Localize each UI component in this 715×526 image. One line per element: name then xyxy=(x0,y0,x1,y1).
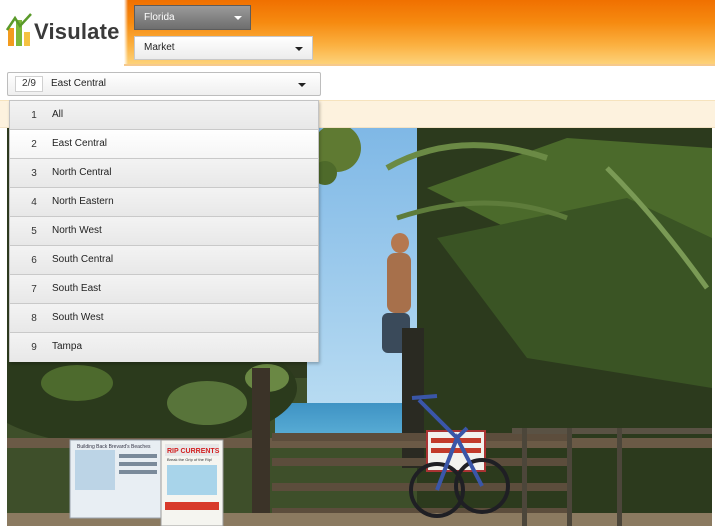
dropdown-item-label: South West xyxy=(52,312,104,323)
dropdown-item-number: 8 xyxy=(31,313,37,324)
region-select-value: East Central xyxy=(51,78,107,89)
left-sign-text: Building Back Brevard's Beaches xyxy=(77,444,151,450)
dropdown-item-number: 3 xyxy=(31,168,37,179)
dropdown-item-label: All xyxy=(52,109,64,120)
dropdown-item[interactable]: 7 South East xyxy=(10,275,318,304)
market-select-value: Market xyxy=(144,42,175,53)
logo[interactable]: Visulate xyxy=(0,0,124,66)
dropdown-item-label: East Central xyxy=(52,138,108,149)
dropdown-item-label: South East xyxy=(52,283,101,294)
bar-chart-logo-icon xyxy=(6,13,32,46)
app-header: Visulate Florida Market xyxy=(0,0,715,66)
dropdown-item-label: South Central xyxy=(52,254,114,265)
rip-sign-title: RIP CURRENTS xyxy=(167,448,220,455)
dropdown-item-number: 6 xyxy=(31,255,37,266)
dropdown-item-label: Tampa xyxy=(52,341,83,352)
region-count: 2/9 xyxy=(15,76,43,92)
region-dropdown: 1 All 2 East Central 3 North Central 4 N… xyxy=(9,100,319,362)
state-select[interactable]: Florida xyxy=(134,5,251,30)
dropdown-item-number: 4 xyxy=(31,197,37,208)
dropdown-item-number: 9 xyxy=(31,342,37,353)
dropdown-item-selected[interactable]: 2 East Central xyxy=(10,130,318,159)
dropdown-item[interactable]: 8 South West xyxy=(10,304,318,333)
dropdown-item-number: 7 xyxy=(31,284,37,295)
dropdown-item[interactable]: 4 North Eastern xyxy=(10,188,318,217)
dropdown-item[interactable]: 1 All xyxy=(10,101,318,130)
dropdown-item[interactable]: 6 South Central xyxy=(10,246,318,275)
state-select-value: Florida xyxy=(144,12,175,23)
region-select[interactable]: 2/9 East Central xyxy=(7,72,321,96)
logo-text: Visulate xyxy=(34,19,120,44)
market-select[interactable]: Market xyxy=(134,36,313,60)
dropdown-item-label: North Central xyxy=(52,167,112,178)
chevron-down-icon xyxy=(298,83,306,87)
dropdown-item[interactable]: 5 North West xyxy=(10,217,318,246)
dropdown-item-label: North Eastern xyxy=(52,196,114,207)
chevron-down-icon xyxy=(234,16,242,20)
dropdown-item[interactable]: 3 North Central xyxy=(10,159,318,188)
chevron-down-icon xyxy=(295,47,303,51)
dropdown-item[interactable]: 9 Tampa xyxy=(10,333,318,362)
dropdown-item-number: 2 xyxy=(31,139,37,150)
dropdown-item-label: North West xyxy=(52,225,102,236)
rip-sign-subtext: Break the Grip of the Rip! xyxy=(167,457,212,462)
dropdown-item-number: 1 xyxy=(31,110,37,121)
dropdown-item-number: 5 xyxy=(31,226,37,237)
